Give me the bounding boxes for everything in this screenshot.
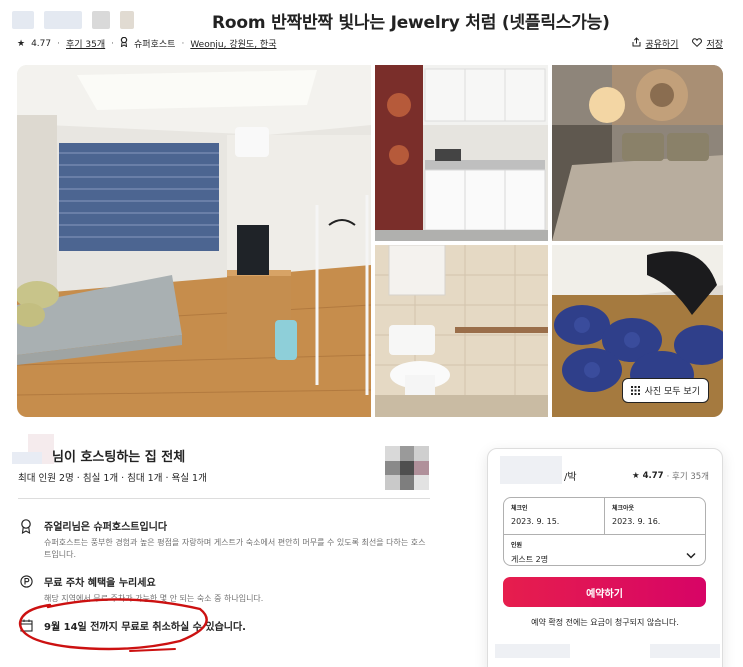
no-charge-note: 예약 확정 전에는 요금이 청구되지 않습니다. <box>531 618 679 627</box>
guests-label: 인원 <box>511 542 523 549</box>
feature-parking-title: 무료 주차 혜택을 누리세요 <box>44 578 156 589</box>
photo-main-bedroom[interactable] <box>17 65 371 417</box>
location-link[interactable]: Weonju, 강원도, 한국 <box>190 37 276 50</box>
listing-title: Room 반짝반짝 빛나는 Jewelry 처럼 (넷플릭스가능) <box>212 13 610 33</box>
listing-meta: ★ 4.77 · 후기 35개 · 슈퍼호스트 · Weonju, 강원도, 한… <box>17 36 277 50</box>
superhost-medal-icon <box>18 518 34 561</box>
grid-icon <box>630 386 640 395</box>
feature-parking: 무료 주차 혜택을 누리세요 해당 지역에서 무료 주차가 가능한 몇 안 되는… <box>18 574 430 605</box>
star-icon: ★ <box>17 38 26 49</box>
heart-icon <box>692 37 703 50</box>
booking-rating-value: 4.77 <box>642 471 664 481</box>
date-picker: 체크인 2023. 9. 15. 체크아웃 2023. 9. 16. <box>503 497 706 535</box>
host-title: 님이 호스팅하는 집 전체 <box>52 450 186 465</box>
parking-icon <box>18 574 34 605</box>
blurred-host-name-2 <box>12 452 42 464</box>
header-actions: 공유하기 저장 <box>632 37 723 50</box>
feature-superhost-title: 쥬얼리님은 슈퍼호스트입니다 <box>44 522 168 533</box>
photo-towels[interactable]: 사진 모두 보기 <box>552 245 723 417</box>
checkout-label: 체크아웃 <box>612 505 635 512</box>
checkin-value: 2023. 9. 15. <box>511 517 560 526</box>
share-icon <box>632 37 641 50</box>
guests-value: 게스트 2명 <box>511 555 549 564</box>
star-icon: ★ <box>632 471 640 481</box>
share-label: 공유하기 <box>645 40 679 50</box>
photo-kitchen[interactable] <box>375 65 548 241</box>
save-label: 저장 <box>706 40 723 50</box>
feature-superhost-desc: 슈퍼호스트는 풍부한 경험과 높은 평점을 자랑하며 게스트가 숙소에서 편안히… <box>44 538 426 559</box>
per-night-label: /박 <box>564 472 577 483</box>
checkout-field[interactable]: 체크아웃 2023. 9. 16. <box>604 498 705 534</box>
reviews-link[interactable]: 후기 35개 <box>66 37 105 50</box>
booking-rating: ★ 4.77 · 후기 35개 <box>632 470 709 482</box>
share-button[interactable]: 공유하기 <box>632 37 678 50</box>
reserve-button[interactable]: 예약하기 <box>503 577 706 607</box>
feature-cancellation: 9월 14일 전까지 무료로 취소하실 수 있습니다. <box>18 618 430 633</box>
feature-cancellation-title: 9월 14일 전까지 무료로 취소하실 수 있습니다. <box>44 622 246 633</box>
show-all-photos-button[interactable]: 사진 모두 보기 <box>621 378 709 403</box>
save-button[interactable]: 저장 <box>692 37 723 50</box>
photo-bedroom-2[interactable] <box>552 65 723 241</box>
feature-superhost: 쥬얼리님은 슈퍼호스트입니다 슈퍼호스트는 풍부한 경험과 높은 평점을 자랑하… <box>18 518 430 561</box>
superhost-icon <box>120 36 128 50</box>
calendar-icon <box>18 618 34 633</box>
guests-select[interactable]: 인원 게스트 2명 <box>503 534 706 566</box>
booking-reviews[interactable]: · 후기 35개 <box>667 470 709 482</box>
photo-bathroom[interactable] <box>375 245 548 417</box>
checkin-field[interactable]: 체크인 2023. 9. 15. <box>504 498 604 534</box>
blurred-footer-left <box>495 644 570 658</box>
blurred-footer-right <box>650 644 720 658</box>
feature-parking-desc: 해당 지역에서 무료 주차가 가능한 몇 안 되는 숙소 중 하나입니다. <box>44 594 264 603</box>
show-all-label: 사진 모두 보기 <box>644 387 700 397</box>
rating-value: 4.77 <box>31 38 52 49</box>
blurred-logo <box>12 6 212 34</box>
listing-capacity: 최대 인원 2명 · 침실 1개 · 침대 1개 · 욕실 1개 <box>18 473 207 484</box>
checkin-label: 체크인 <box>511 505 528 512</box>
section-divider <box>18 498 430 499</box>
superhost-label: 슈퍼호스트 <box>134 40 176 50</box>
photo-gallery: 사진 모두 보기 <box>17 65 723 417</box>
host-avatar[interactable] <box>385 446 429 490</box>
checkout-value: 2023. 9. 16. <box>612 517 661 526</box>
chevron-down-icon <box>686 544 696 563</box>
blurred-price <box>500 456 562 484</box>
